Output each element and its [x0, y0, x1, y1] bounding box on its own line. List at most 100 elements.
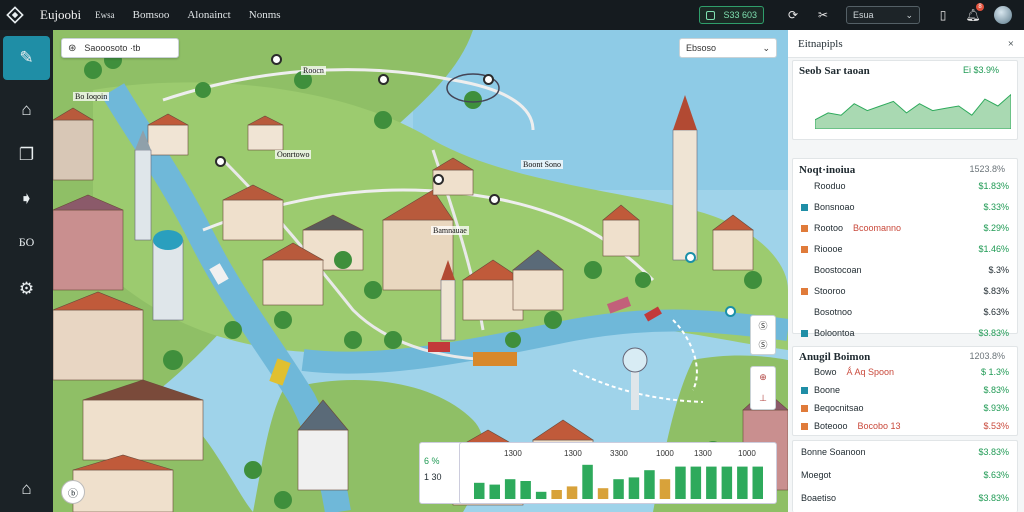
rail-chat-button[interactable]: ✎ [3, 36, 50, 80]
card-title: Noqt·inoiua [799, 164, 856, 176]
layers-icon: ❐ [18, 145, 35, 164]
metric-value: $.83% [983, 385, 1009, 395]
metric-value: $.29% [983, 223, 1009, 233]
menu-item-2[interactable]: Alonainct [187, 9, 230, 21]
metric-label: Boaetiso [801, 493, 837, 503]
status-button[interactable]: S33 603 [699, 6, 764, 24]
legend-value: 6 % [424, 456, 440, 466]
status-icon [706, 10, 716, 20]
bar [489, 484, 500, 499]
metric-row[interactable]: Boteooo Bocobo 13 $.53% [801, 419, 1013, 433]
map-layer-label: Ebsoso [686, 43, 717, 53]
menu-item-3[interactable]: Nonms [249, 9, 281, 21]
rail-layers-button[interactable]: ❐ [3, 133, 50, 177]
map-pin[interactable] [433, 174, 444, 185]
map-label: Oonrtowo [275, 150, 312, 159]
map-pin[interactable] [483, 74, 494, 85]
metric-row[interactable]: Boostocoan $.3% [801, 263, 1013, 277]
right-panel: Eitnapipls × Seob Sar taoan Ei $3.9% Noq… [788, 30, 1024, 512]
notification-icon[interactable]: 🔔︎ 8 [964, 3, 984, 24]
map-layer-select[interactable]: Ebsoso ⌄ [679, 38, 777, 58]
card-title: Seob Sar taoan [799, 65, 870, 77]
bar [675, 466, 686, 499]
metric-row[interactable]: Bosotnoo $.63% [801, 305, 1013, 319]
legend-value: 1 30 [424, 472, 442, 482]
metric-row[interactable]: Beqocnitsao $.93% [801, 401, 1013, 415]
metric-label: Bonsnoao [814, 202, 855, 212]
metric-label: Stooroo [814, 286, 846, 296]
map-search-input[interactable]: ⊛ Saooosoto ·tb [61, 38, 179, 58]
compass-button[interactable]: ⓑ [61, 480, 85, 504]
rail-tag-button[interactable]: ➧ [3, 177, 50, 221]
zoom-control[interactable]: Ⓢ Ⓢ [750, 315, 776, 355]
gear-icon: ⚙ [18, 279, 35, 298]
mini-legend: 6 % 1 30 [419, 442, 463, 504]
zoom-in-icon[interactable]: Ⓢ [758, 319, 767, 332]
bar [535, 491, 547, 499]
alert-control[interactable]: ⊕ ⊥ [750, 366, 776, 410]
color-swatch [801, 404, 808, 412]
metric-value: $ 1.3% [980, 367, 1009, 377]
building-icon: ⌂ [21, 479, 32, 498]
metric-value: $.83% [983, 286, 1009, 296]
zoom-out-icon[interactable]: Ⓢ [758, 338, 767, 351]
rail-settings-button[interactable]: ⚙ [3, 267, 50, 311]
map-pin[interactable] [685, 252, 696, 263]
metric-value: $.63% [983, 307, 1009, 317]
bar [706, 466, 717, 499]
color-swatch [801, 287, 808, 295]
metric-label: Moegot [801, 470, 832, 480]
metric-label: Beqocnitsao [814, 403, 864, 413]
tools-icon[interactable]: ✂ [814, 6, 832, 24]
metric-row[interactable]: Rooduo $1.83% [801, 179, 1013, 193]
map-pin[interactable] [378, 74, 389, 85]
pin-drop-icon[interactable]: ⊥ [759, 393, 767, 404]
panel-header: Eitnapipls × [788, 30, 1024, 58]
phone-icon[interactable]: ▯ [934, 6, 952, 24]
card-title-value: 1523.8% [969, 164, 1005, 174]
map-pin[interactable] [271, 54, 282, 65]
map-label: Bamnauae [431, 226, 469, 235]
rail-building-button[interactable]: ⌂ [3, 467, 50, 511]
bar [659, 479, 671, 499]
chevron-down-icon: ⌄ [762, 42, 770, 53]
map-label: Boont Sono [521, 160, 564, 169]
card-value: Ei $3.9% [962, 65, 999, 75]
metric-label: Boteooo [814, 421, 848, 431]
metric-row[interactable]: Boone $.83% [801, 383, 1013, 397]
map-pin[interactable] [489, 194, 500, 205]
area-chart [815, 93, 1011, 129]
close-icon[interactable]: × [1008, 38, 1014, 50]
metric-row[interactable]: Boaetiso $3.83% [801, 491, 1013, 505]
menu-item-1[interactable]: Bomsoo [133, 9, 170, 21]
map-view[interactable]: ⊛ Saooosoto ·tb Ebsoso ⌄ Roocn Bo Ioqoin… [53, 30, 788, 512]
color-swatch [801, 386, 808, 394]
map-pin[interactable] [215, 156, 226, 167]
metric-row[interactable]: Bowo Ǻ Aq Spoon $ 1.3% [801, 365, 1013, 379]
rail-text-button[interactable]: ƂO [3, 220, 50, 264]
metric-row[interactable]: Bonsnoao $.33% [801, 200, 1013, 214]
metric-row[interactable]: Bonne Soanoon $3.83% [801, 445, 1013, 459]
metric-row[interactable]: Rioooe $1.46% [801, 242, 1013, 256]
metric-row[interactable]: Boloontoa $3.83% [801, 326, 1013, 340]
metric-row[interactable]: Moegot $.63% [801, 468, 1013, 482]
refresh-icon[interactable]: ⟳ [784, 6, 802, 24]
alert-icon[interactable]: ⊕ [759, 372, 767, 383]
top-search-input[interactable]: Esua ⌄ [846, 6, 920, 24]
map-pin[interactable] [725, 306, 736, 317]
bar [597, 488, 609, 499]
color-swatch [801, 224, 808, 232]
bar [752, 466, 763, 499]
card-title: Anugil Boimon [799, 351, 871, 363]
metric-label: Bonne Soanoon [801, 447, 866, 457]
avatar[interactable] [994, 6, 1012, 24]
metric-row[interactable]: Stooroo $.83% [801, 284, 1013, 298]
bar [628, 477, 640, 499]
metric-row[interactable]: Rootoo Bcoomanno $.29% [801, 221, 1013, 235]
app-title: Eujoobi [40, 7, 82, 22]
color-swatch [801, 309, 808, 316]
rail-home-button[interactable]: ⌂ [3, 88, 50, 132]
app-logo[interactable] [0, 0, 30, 30]
menu-item-extra[interactable]: Ewsa [95, 10, 115, 20]
bar [504, 479, 516, 499]
